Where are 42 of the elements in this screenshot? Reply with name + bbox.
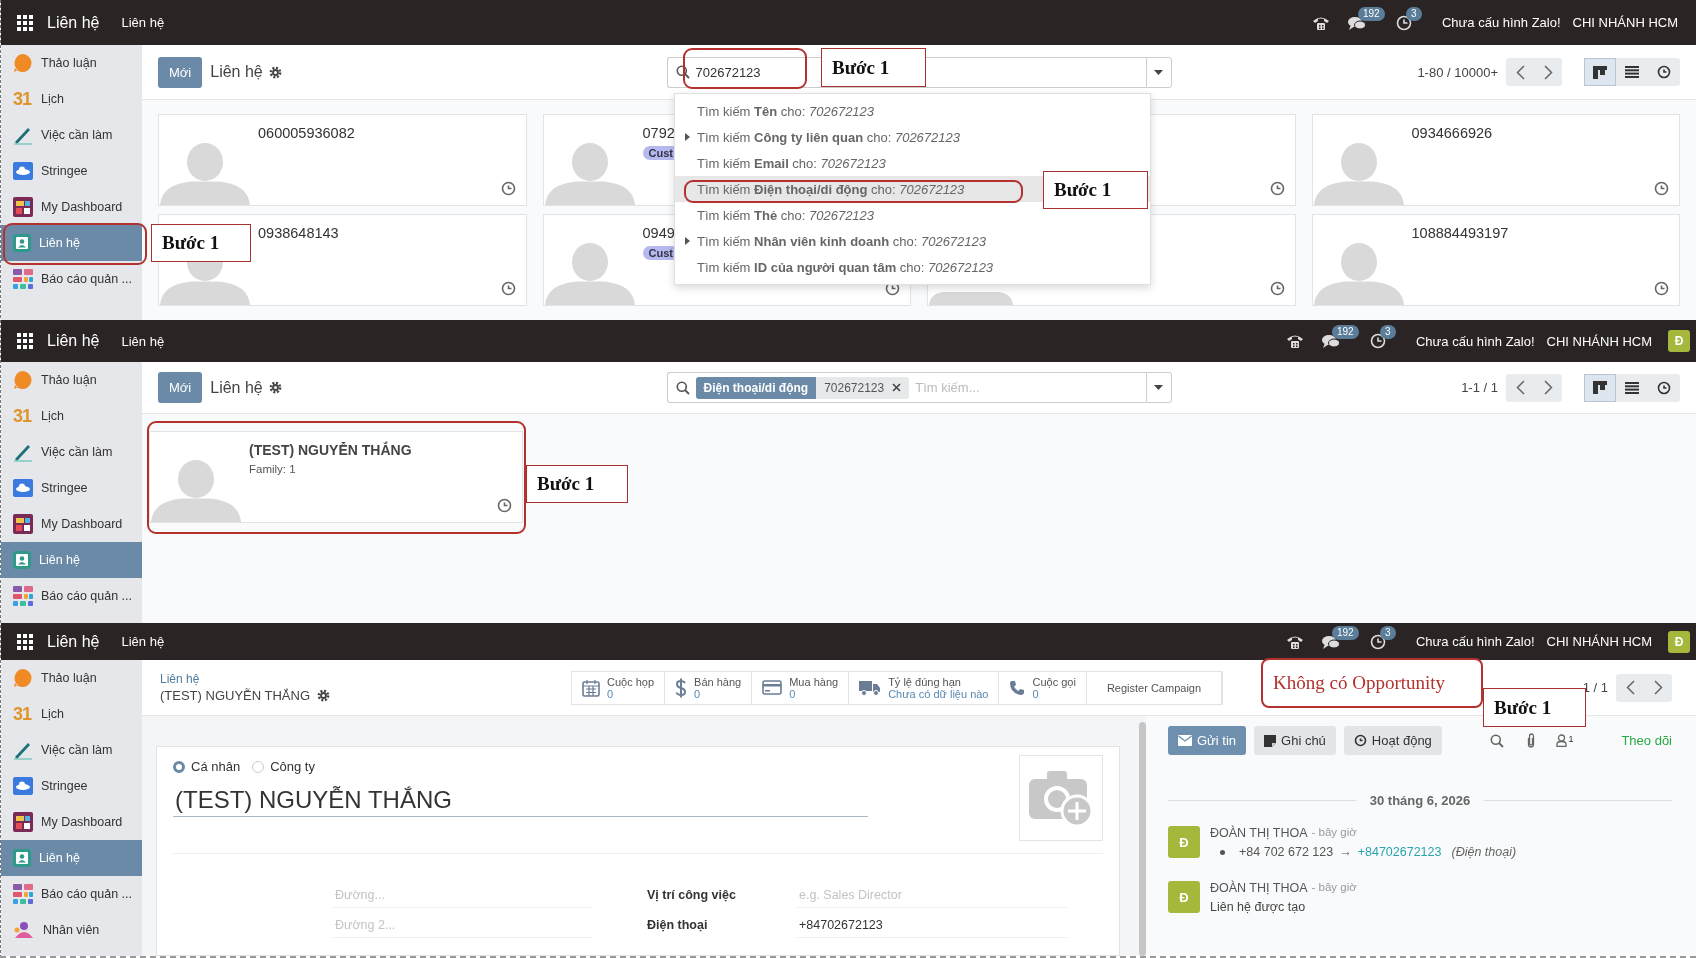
message-time: - bây giờ	[1311, 826, 1357, 840]
pager-value: 1-1 / 1	[1461, 380, 1498, 395]
facet-value: 702672123	[823, 379, 886, 397]
author-avatar: Đ	[1168, 881, 1200, 913]
contact-detail: Family: 1	[249, 463, 296, 475]
contact-name: 060005936082	[258, 125, 355, 141]
page-title: Liên hệ	[210, 378, 263, 397]
contact-name: 0934666926	[1411, 125, 1493, 141]
record-title: (TEST) NGUYỄN THẮNG	[160, 688, 310, 703]
notification-badge: 192	[1332, 325, 1359, 339]
message-time: - bây giờ	[1311, 881, 1357, 895]
annotation-tooltip: Bước 1	[1483, 688, 1586, 727]
calendar-icon: 31	[13, 704, 33, 724]
contact-name: 0938648143	[258, 225, 339, 241]
pager-value: 1-80 / 10000+	[1417, 64, 1498, 80]
notification-badge: 192	[1358, 6, 1385, 21]
annotation-label: Không có Opportunity	[1261, 658, 1483, 708]
contact-name: 108884493197	[1411, 225, 1509, 241]
field-label: Điện thoại	[647, 918, 709, 932]
contact-name: (TEST) NGUYỄN THẮNG	[249, 442, 412, 458]
contact-name: 0949	[642, 225, 675, 241]
notification-badge: 3	[1380, 325, 1396, 339]
field-name: (Điện thoại)	[1451, 845, 1517, 859]
page-title: Liên hệ	[210, 63, 263, 81]
date-separator: 30 tháng 6, 2026	[1369, 793, 1471, 808]
facet-label: Điện thoại/di động	[695, 376, 817, 399]
old-value: +84 702 672 123	[1239, 845, 1334, 859]
message-text: Liên hệ được tạo	[1210, 900, 1307, 914]
author-avatar: Đ	[1168, 826, 1200, 858]
new-value: +84702672123	[1357, 845, 1442, 859]
field-label: Vị trí công việc	[647, 888, 737, 902]
annotation-tooltip: Bước 1	[821, 48, 926, 87]
annotation-tooltip: Bước 1	[1043, 171, 1148, 209]
arrow-icon: →	[1339, 845, 1352, 859]
calendar-icon: 31	[13, 406, 33, 426]
annotation-tooltip: Bước 1	[151, 224, 251, 262]
notification-badge: 192	[1332, 625, 1359, 640]
contact-name: 0792	[642, 125, 675, 141]
notification-badge: 3	[1406, 6, 1422, 21]
calendar-icon: 31	[13, 89, 33, 109]
annotation-tooltip: Bước 1	[526, 465, 628, 503]
notification-badge: 3	[1380, 625, 1396, 640]
